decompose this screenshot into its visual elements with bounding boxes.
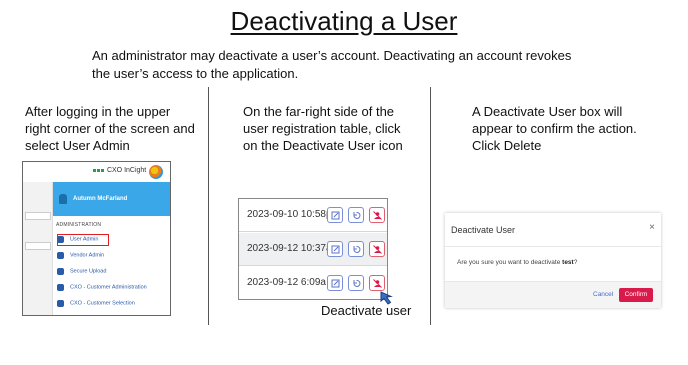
person-icon bbox=[59, 194, 67, 204]
reset-button[interactable] bbox=[348, 241, 364, 257]
confirm-button[interactable]: Confirm bbox=[619, 288, 653, 302]
step-1-line: select User Admin bbox=[25, 138, 130, 153]
app-header-bar: CXO InCight bbox=[23, 162, 170, 182]
step-3-line: appear to confirm the action. bbox=[472, 121, 637, 136]
deactivate-user-icon bbox=[373, 211, 382, 220]
app-logo: CXO InCight bbox=[93, 167, 146, 174]
reset-button[interactable] bbox=[348, 275, 364, 291]
row-date: 2023-09-12 10:37a bbox=[247, 243, 332, 254]
dialog-footer: Cancel Confirm bbox=[445, 281, 661, 308]
edit-icon bbox=[331, 211, 340, 220]
dialog-message-user: test bbox=[562, 259, 574, 266]
background-page-stub bbox=[23, 182, 53, 315]
dialog-message: Are you sure you want to deactivate test… bbox=[457, 259, 577, 266]
admin-menu-screenshot: CXO InCight Autumn McFarland ADMINISTRAT… bbox=[22, 161, 171, 316]
column-divider bbox=[208, 87, 209, 325]
deactivate-user-icon bbox=[373, 279, 382, 288]
reset-icon bbox=[353, 245, 361, 253]
background-field bbox=[25, 212, 51, 220]
step-2-line: user registration table, click bbox=[243, 121, 401, 136]
menu-item-secure-upload[interactable]: Secure Upload bbox=[57, 268, 169, 280]
table-row: 2023-09-10 10:58p bbox=[239, 199, 387, 232]
list-icon bbox=[57, 252, 64, 259]
step-3-text: A Deactivate User box will appear to con… bbox=[472, 103, 637, 154]
step-2-line: on the Deactivate User icon bbox=[243, 138, 403, 153]
edit-icon bbox=[331, 245, 340, 254]
reset-button[interactable] bbox=[348, 207, 364, 223]
registration-table-screenshot: 2023-09-10 10:58p 2023-09-12 10:37a 2023… bbox=[238, 198, 388, 300]
menu-item-customer-selection[interactable]: CXO - Customer Selection bbox=[57, 300, 169, 312]
menu-item-label: Vendor Admin bbox=[70, 252, 105, 259]
deactivate-user-icon bbox=[373, 245, 382, 254]
user-avatar-icon[interactable] bbox=[149, 165, 163, 179]
menu-section-label: ADMINISTRATION bbox=[56, 222, 102, 228]
deactivate-callout: Deactivate user bbox=[321, 303, 412, 318]
dialog-divider bbox=[445, 246, 661, 247]
step-2-line: On the far-right side of the bbox=[243, 104, 395, 119]
step-1-line: After logging in the upper bbox=[25, 104, 171, 119]
dialog-title: Deactivate User bbox=[451, 225, 516, 235]
dialog-message-end: ? bbox=[573, 259, 578, 266]
app-logo-text: CXO InCight bbox=[106, 167, 147, 174]
menu-item-label: CXO - Customer Selection bbox=[70, 300, 135, 307]
highlight-box bbox=[57, 234, 109, 246]
step-3-line: Click Delete bbox=[472, 138, 542, 153]
intro-text: An administrator may deactivate a user’s… bbox=[92, 48, 572, 81]
row-date: 2023-09-10 10:58p bbox=[247, 209, 332, 220]
step-1-text: After logging in the upper right corner … bbox=[25, 103, 195, 154]
background-field bbox=[25, 242, 51, 250]
deactivate-dialog-screenshot: Deactivate User × Are you sure you want … bbox=[445, 213, 661, 308]
cloud-upload-icon bbox=[57, 268, 64, 275]
close-icon[interactable]: × bbox=[649, 222, 655, 233]
step-3-line: A Deactivate User box will bbox=[472, 104, 623, 119]
menu-item-vendor-admin[interactable]: Vendor Admin bbox=[57, 252, 169, 264]
step-2-text: On the far-right side of the user regist… bbox=[243, 103, 403, 154]
reset-icon bbox=[353, 211, 361, 219]
column-divider bbox=[430, 87, 431, 325]
edit-icon bbox=[331, 279, 340, 288]
trophy-icon bbox=[57, 300, 64, 307]
page-title: Deactivating a User bbox=[230, 6, 458, 36]
deactivate-user-button[interactable] bbox=[369, 241, 385, 257]
deactivate-user-button[interactable] bbox=[369, 275, 385, 291]
row-date: 2023-09-12 6:09a bbox=[247, 277, 326, 288]
deactivate-user-button[interactable] bbox=[369, 207, 385, 223]
edit-button[interactable] bbox=[327, 241, 343, 257]
reset-icon bbox=[353, 279, 361, 287]
cancel-button[interactable]: Cancel bbox=[593, 291, 613, 298]
menu-item-customer-administration[interactable]: CXO - Customer Administration bbox=[57, 284, 169, 296]
person-lock-icon bbox=[57, 284, 64, 291]
step-1-line: right corner of the screen and bbox=[25, 121, 195, 136]
table-row: 2023-09-12 10:37a bbox=[239, 233, 387, 266]
menu-item-label: CXO - Customer Administration bbox=[70, 284, 147, 291]
menu-item-label: Secure Upload bbox=[70, 268, 107, 275]
dialog-message-text: Are you sure you want to deactivate bbox=[457, 259, 563, 266]
user-name: Autumn McFarland bbox=[73, 196, 128, 202]
table-row: 2023-09-12 6:09a bbox=[239, 267, 387, 299]
edit-button[interactable] bbox=[327, 275, 343, 291]
edit-button[interactable] bbox=[327, 207, 343, 223]
